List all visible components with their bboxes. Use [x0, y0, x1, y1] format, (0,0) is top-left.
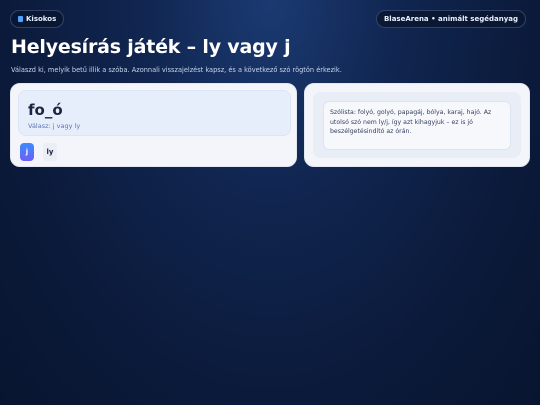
- feedback-card: Szólista: folyó, golyó, papagáj, bólya, …: [304, 83, 530, 167]
- option-ly-button[interactable]: ly: [43, 143, 57, 161]
- page-title: Helyesírás játék – ly vagy j: [11, 36, 291, 58]
- quiz-word: fo_ó: [28, 101, 63, 119]
- brand-label: BlaseArena • animált segédanyag: [383, 15, 518, 23]
- kisokos-button[interactable]: Kisokos: [10, 10, 65, 28]
- feedback-text: Szólista: folyó, golyó, papagáj, bólya, …: [323, 101, 511, 150]
- word-panel: fo_ó Válasz: j vagy ly: [18, 90, 291, 136]
- kisokos-label: Kisokos: [26, 15, 57, 23]
- brand-badge: BlaseArena • animált segédanyag: [375, 10, 526, 28]
- quiz-hint: Válasz: j vagy ly: [28, 122, 81, 130]
- quiz-card: fo_ó Válasz: j vagy ly j ly: [10, 83, 297, 167]
- feedback-panel: Szólista: folyó, golyó, papagáj, bólya, …: [313, 92, 521, 158]
- page-subtitle: Válaszd ki, melyik betű illik a szóba. A…: [11, 66, 342, 74]
- book-icon: [18, 16, 23, 22]
- top-bar: Kisokos BlaseArena • animált segédanyag: [10, 10, 530, 28]
- option-j-button[interactable]: j: [20, 143, 34, 161]
